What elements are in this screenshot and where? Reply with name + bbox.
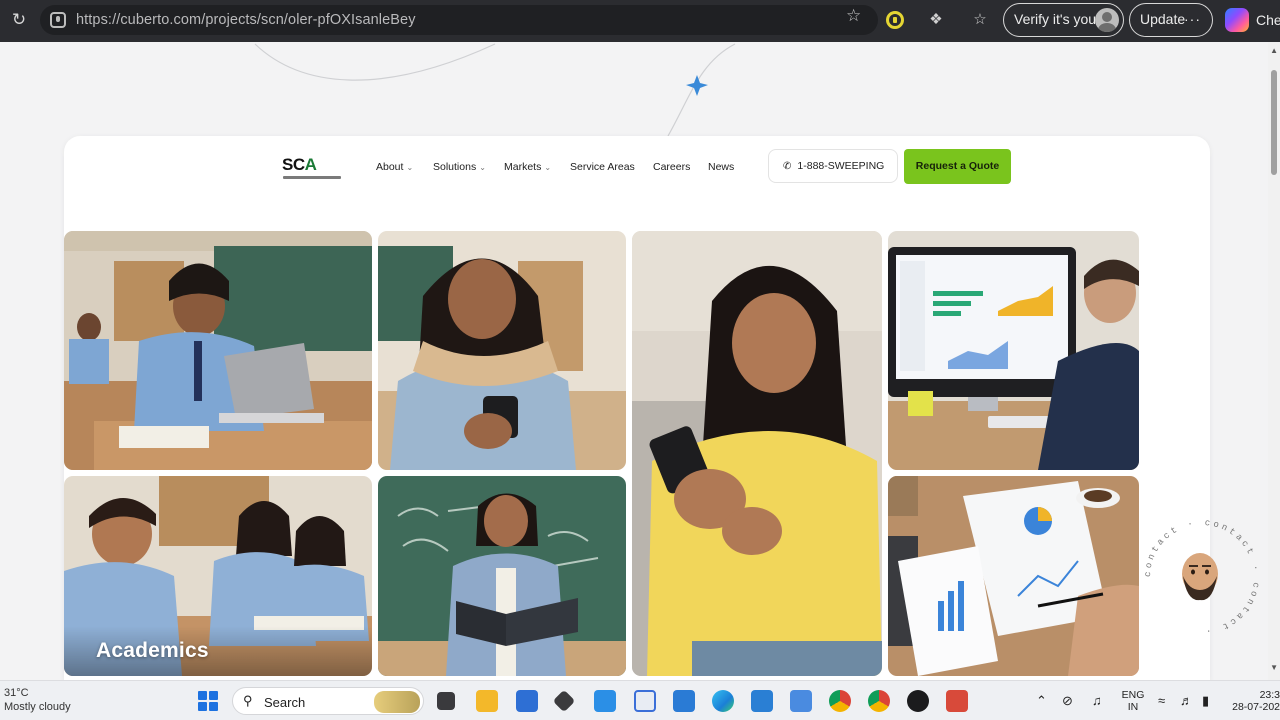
windows-start-icon[interactable] (198, 691, 218, 711)
request-quote-button[interactable]: Request a Quote (904, 149, 1011, 184)
wifi-icon[interactable]: ≈ (1158, 693, 1165, 708)
task-view-icon[interactable] (437, 692, 455, 710)
remote-desktop-icon[interactable] (594, 690, 616, 712)
nav-item-about[interactable]: About ⌄ (376, 161, 413, 173)
image-tile-woman-yellow[interactable] (632, 231, 882, 676)
scrollbar-thumb[interactable] (1271, 70, 1277, 175)
windows-taskbar: 31°C Mostly cloudy ⚲ Search ⌃ ⊘ ♫ ENG IN… (0, 680, 1280, 720)
nav-item-news[interactable]: News (708, 161, 734, 173)
notepad-icon[interactable] (790, 690, 812, 712)
clock[interactable]: 23:3 28-07-202 (1232, 689, 1280, 713)
app-launcher-icon[interactable] (634, 690, 656, 712)
nav-item-service-areas[interactable]: Service Areas (570, 161, 635, 173)
sca-logo[interactable]: SCA (282, 155, 346, 185)
profile-avatar-icon (1095, 8, 1119, 32)
chrome-profile-icon[interactable] (868, 690, 890, 712)
site-settings-icon[interactable] (50, 12, 66, 28)
update-label: Update (1140, 11, 1186, 27)
search-label: Search (264, 695, 306, 710)
image-tile-reports-coffee[interactable] (888, 476, 1139, 676)
address-url[interactable]: https://cuberto.com/projects/scn/oler-pf… (76, 12, 416, 28)
address-bar[interactable]: https://cuberto.com/projects/scn/oler-pf… (40, 5, 878, 35)
nav-item-markets[interactable]: Markets ⌄ (504, 161, 551, 173)
verify-label: Verify it's you (1014, 11, 1097, 27)
verify-profile-button[interactable]: Verify it's you (1003, 3, 1124, 37)
chevron-down-icon: ⌄ (544, 163, 552, 172)
show-hidden-icons-icon[interactable]: ⌃ (1036, 693, 1047, 709)
avatar-emoji-icon (1182, 553, 1218, 601)
phone-button[interactable]: ✆ 1-888-SWEEPING (768, 149, 898, 183)
logo-accent: A (304, 155, 317, 174)
weather-temp: 31°C (4, 687, 29, 699)
file-explorer-icon[interactable] (476, 690, 498, 712)
scroll-up-icon[interactable]: ▲ (1270, 46, 1278, 55)
nav-item-careers[interactable]: Careers (653, 161, 690, 173)
site-header: SCA About ⌄ Solutions ⌄ Markets ⌄ Service A… (268, 148, 1018, 188)
tile-caption-academics: Academics (96, 639, 209, 662)
media-player-icon[interactable] (907, 690, 929, 712)
snipping-tool-icon[interactable] (946, 690, 968, 712)
weather-widget[interactable]: 31°C Mostly cloudy (4, 686, 71, 714)
chevron-down-icon: ⌄ (406, 163, 414, 172)
taskbar-search[interactable]: ⚲ Search (232, 687, 424, 715)
search-highlight-art (374, 691, 420, 713)
language-indicator[interactable]: ENG IN (1120, 689, 1146, 713)
image-tile-teacher-phone[interactable] (378, 231, 626, 470)
window-app-icon[interactable] (673, 690, 695, 712)
image-tile-teacher-folder[interactable] (378, 476, 626, 676)
favorites-icon[interactable]: ☆ (970, 10, 990, 30)
extensions-puzzle-icon[interactable]: ❖ (926, 10, 946, 30)
microphone-icon[interactable]: ♫ (1092, 693, 1102, 708)
update-button[interactable]: Update ··· (1129, 3, 1213, 37)
nav-item-solutions[interactable]: Solutions ⌄ (433, 161, 486, 173)
extension-icon[interactable] (886, 11, 904, 29)
chevron-down-icon: ⌄ (479, 163, 486, 172)
image-tile-classroom-laptop[interactable] (64, 231, 372, 470)
edge-browser-icon[interactable] (712, 690, 734, 712)
contact-badge[interactable]: contact · contact · contact · (1140, 512, 1264, 642)
app-cube-icon[interactable] (552, 689, 576, 713)
reload-icon[interactable]: ↻ (8, 9, 30, 31)
sidebar-label[interactable]: Che (1256, 12, 1280, 28)
browser-toolbar: ↻ https://cuberto.com/projects/scn/oler-… (0, 0, 1280, 42)
more-menu-icon[interactable]: ··· (1184, 4, 1201, 35)
website-preview: SCA About ⌄ Solutions ⌄ Markets ⌄ Service A… (64, 136, 1210, 696)
bookmark-star-icon[interactable]: ☆ (846, 6, 861, 26)
store-icon[interactable] (516, 690, 538, 712)
sparkle-icon (686, 75, 708, 96)
logo-text: SC (282, 155, 305, 174)
scroll-down-icon[interactable]: ▼ (1270, 663, 1278, 672)
chrome-icon[interactable] (829, 690, 851, 712)
image-tile-analytics-monitor[interactable] (888, 231, 1139, 470)
copilot-icon[interactable] (1225, 8, 1249, 32)
speaker-icon[interactable]: ♬ (1180, 693, 1193, 708)
search-icon: ⚲ (243, 693, 253, 708)
battery-icon[interactable]: ▮ (1202, 693, 1209, 709)
sync-icon[interactable]: ⊘ (1062, 693, 1073, 709)
weather-desc: Mostly cloudy (4, 701, 71, 713)
phone-icon: ✆ (783, 161, 792, 172)
vscode-icon[interactable] (751, 690, 773, 712)
logo-tagline (283, 176, 341, 179)
